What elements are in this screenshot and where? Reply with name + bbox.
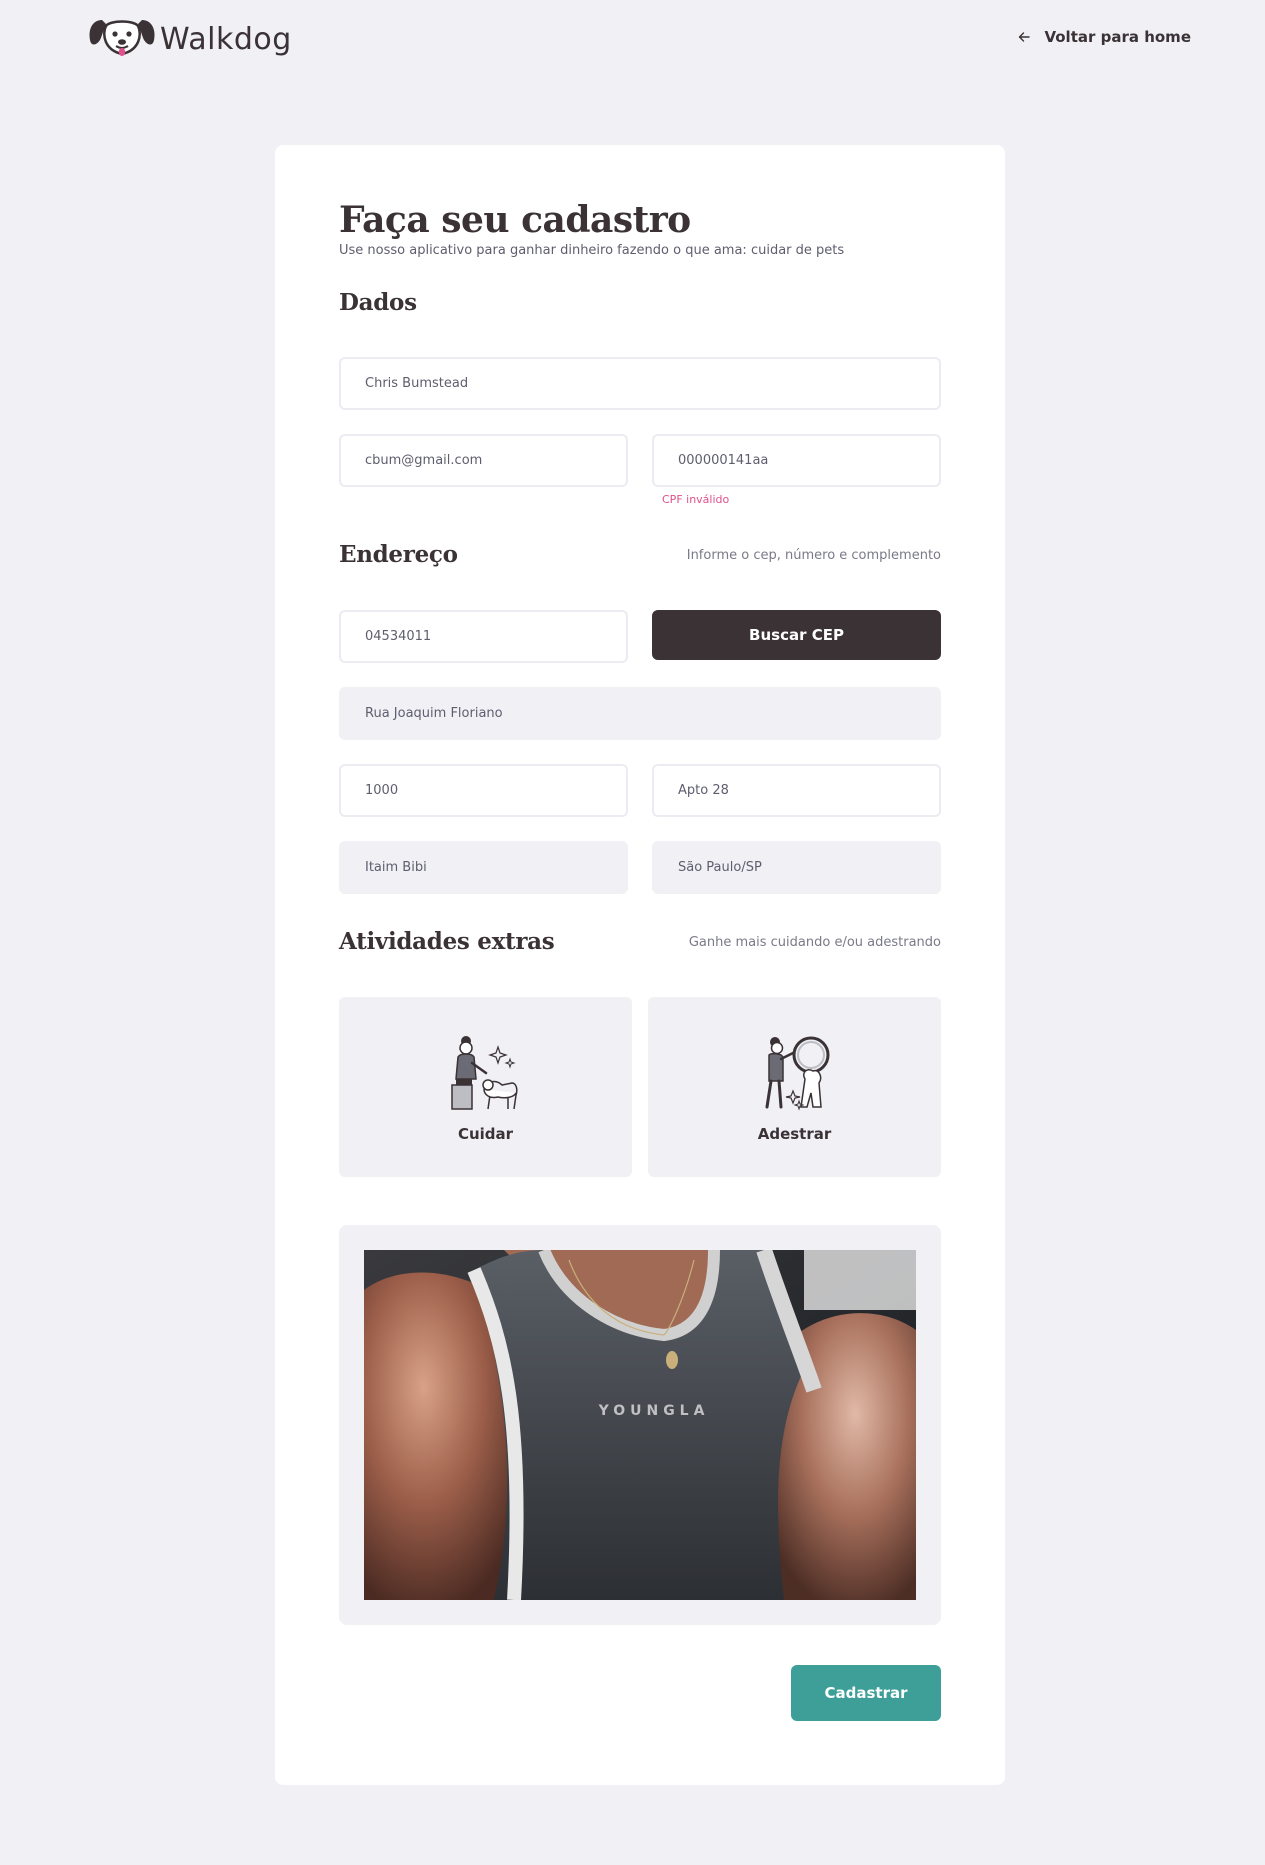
submit-button[interactable]: Cadastrar [791, 1665, 941, 1721]
page-title: Faça seu cadastro [339, 199, 691, 241]
section-title-endereco: Endereço [339, 541, 458, 568]
brand-logo[interactable]: Walkdog [88, 16, 292, 62]
cpf-input[interactable] [652, 434, 941, 487]
number-input[interactable] [339, 764, 628, 817]
street-input[interactable] [339, 687, 941, 740]
district-input[interactable] [339, 841, 628, 894]
profile-photo: YOUNGLA [364, 1250, 916, 1600]
cpf-error-message: CPF inválido [662, 493, 730, 506]
section-title-dados: Dados [339, 289, 417, 316]
activity-option-cuidar[interactable]: Cuidar [339, 997, 632, 1177]
atividades-hint: Ganhe mais cuidando e/ou adestrando [688, 935, 941, 950]
activity-label-cuidar: Cuidar [457, 1125, 514, 1143]
pet-training-icon [765, 1036, 829, 1111]
city-input[interactable] [652, 841, 941, 894]
pet-care-icon [450, 1036, 518, 1110]
email-input[interactable] [339, 434, 628, 487]
back-to-home-label: Voltar para home [1044, 28, 1191, 46]
page-subtitle: Use nosso aplicativo para ganhar dinheir… [339, 243, 845, 258]
arrow-left-icon [1019, 32, 1031, 42]
endereco-hint: Informe o cep, número e complemento [686, 548, 941, 563]
photo-upload-area[interactable]: YOUNGLA [339, 1225, 941, 1625]
back-to-home-link[interactable]: Voltar para home [1018, 28, 1191, 46]
signup-card: Faça seu cadastro Use nosso aplicativo p… [275, 145, 1005, 1785]
activity-option-adestrar[interactable]: Adestrar [648, 997, 941, 1177]
activity-label-adestrar: Adestrar [757, 1125, 832, 1143]
cep-input[interactable] [339, 610, 628, 663]
brand-name: Walkdog [160, 21, 292, 57]
complement-input[interactable] [652, 764, 941, 817]
name-input[interactable] [339, 357, 941, 410]
search-cep-button[interactable]: Buscar CEP [652, 610, 941, 660]
section-title-atividades: Atividades extras [339, 928, 555, 955]
shirt-brand-text: YOUNGLA [598, 1403, 710, 1419]
dog-logo-icon [89, 20, 155, 56]
header: Walkdog Voltar para home [0, 0, 1265, 80]
